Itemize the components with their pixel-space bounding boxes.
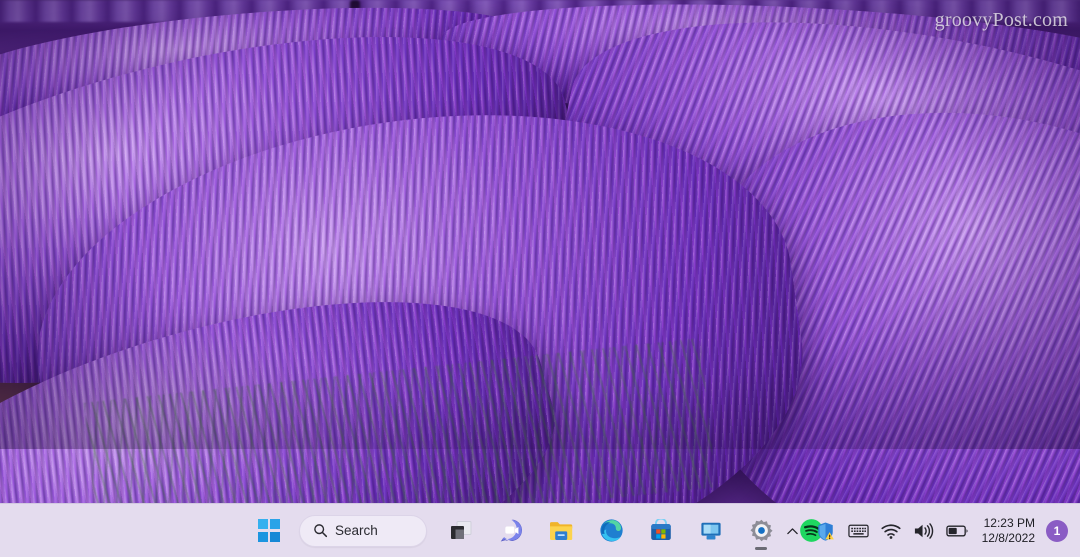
- clock-date: 12/8/2022: [981, 531, 1035, 545]
- notification-badge[interactable]: 1: [1046, 520, 1068, 542]
- windows-logo-icon: [257, 519, 281, 542]
- taskbar: Search 12:23 PM 12/8/2022 1: [0, 503, 1080, 557]
- taskbar-item-task-view[interactable]: [439, 510, 483, 552]
- taskbar-item-remote-desktop[interactable]: [689, 510, 733, 552]
- watermark: groovyPost.com: [934, 9, 1068, 31]
- folder-icon: [550, 521, 573, 540]
- desktop-screen: groovyPost.com Search 12:23 PM 12/8/2022…: [0, 0, 1080, 557]
- taskbar-item-chat[interactable]: [489, 510, 533, 552]
- tray-item-touch-keyboard[interactable]: [843, 511, 874, 551]
- task-view-icon: [451, 520, 472, 539]
- chat-icon: [500, 519, 522, 542]
- gear-icon: [749, 519, 773, 542]
- monitor-icon: [701, 522, 721, 539]
- wifi-icon: [881, 523, 901, 539]
- tray-item-windows-security[interactable]: [810, 511, 841, 551]
- taskbar-item-file-explorer[interactable]: [539, 510, 583, 552]
- shield-warning-icon: [817, 522, 834, 541]
- battery-icon: [945, 525, 968, 537]
- active-app-indicator: [755, 546, 767, 550]
- taskbar-item-microsoft-edge[interactable]: [589, 510, 633, 552]
- store-icon: [651, 518, 671, 540]
- clock-time: 12:23 PM: [983, 516, 1035, 531]
- start-button[interactable]: [247, 510, 291, 552]
- keyboard-icon: [847, 524, 869, 538]
- taskbar-item-microsoft-store[interactable]: [639, 510, 683, 552]
- tray-item-volume[interactable]: [908, 511, 939, 551]
- search-input[interactable]: Search: [299, 514, 427, 547]
- tray-item-battery[interactable]: [941, 511, 974, 551]
- system-tray: 12:23 PM 12/8/2022 1: [778, 504, 1072, 557]
- desktop-wallpaper[interactable]: [0, 0, 1080, 557]
- edge-icon: [599, 519, 623, 542]
- search-icon: [314, 524, 328, 538]
- tray-item-network[interactable]: [876, 511, 906, 551]
- taskbar-item-settings[interactable]: [739, 510, 783, 552]
- tray-overflow-button[interactable]: [778, 511, 808, 551]
- chevron-up-icon: [787, 527, 798, 534]
- clock[interactable]: 12:23 PM 12/8/2022: [976, 511, 1044, 551]
- speaker-icon: [914, 523, 933, 539]
- search-placeholder: Search: [335, 523, 378, 538]
